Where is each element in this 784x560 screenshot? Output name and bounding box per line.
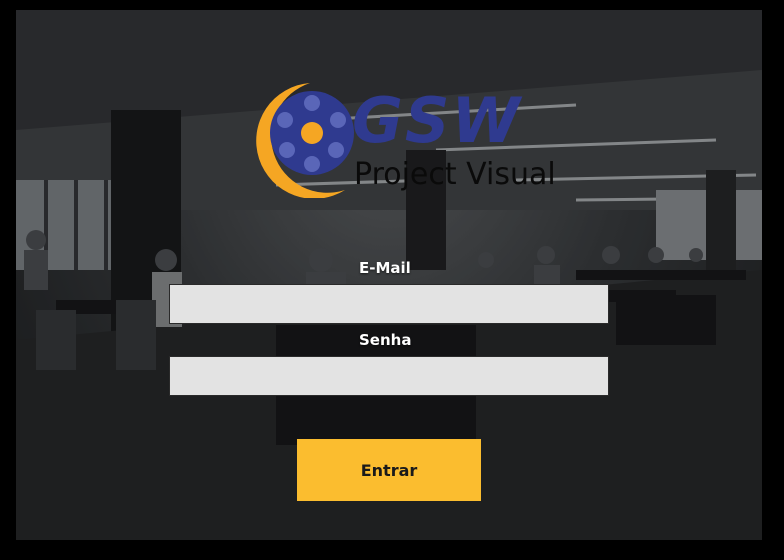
logo-title: GSW — [352, 84, 522, 157]
email-label: E-Mail — [359, 259, 411, 277]
email-field[interactable] — [169, 284, 609, 324]
login-button[interactable]: Entrar — [297, 439, 481, 501]
logo-subtitle: Project Visual — [354, 157, 556, 192]
password-field[interactable] — [169, 356, 609, 396]
login-page: GSW Project Visual E-Mail Senha Entrar — [0, 0, 784, 560]
password-label: Senha — [359, 331, 412, 349]
